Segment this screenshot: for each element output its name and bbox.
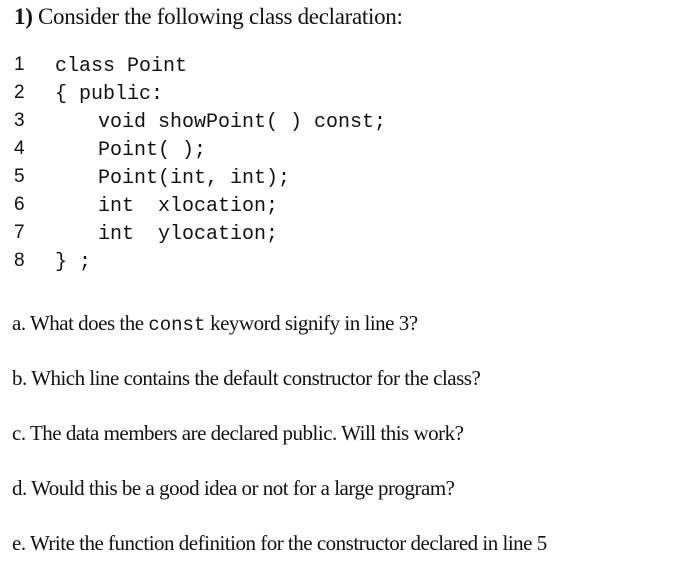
code-line: 2 { public: [14, 82, 163, 110]
code-line: 8 } ; [14, 250, 91, 278]
line-number: 5 [14, 166, 25, 187]
code-text: } ; [55, 251, 92, 274]
line-number: 8 [14, 250, 25, 271]
question-a: a. What does the const keyword signify i… [12, 311, 418, 336]
question-b: b. Which line contains the default const… [12, 366, 481, 390]
code-line: 6 int xlocation; [14, 194, 278, 222]
line-number: 3 [14, 110, 25, 131]
question-heading: 1) Consider the following class declarat… [14, 4, 403, 30]
question-d: d. Would this be a good idea or not for … [12, 476, 455, 500]
line-number: 2 [14, 82, 25, 103]
code-text: int xlocation; [98, 195, 279, 218]
code-line: 4 Point( ); [14, 138, 206, 166]
code-line: 5 Point(int, int); [14, 166, 290, 194]
question-e: e. Write the function definition for the… [12, 531, 547, 555]
code-line: 7 int ylocation; [14, 222, 278, 250]
question-number: 1) [14, 4, 33, 29]
code-text: void showPoint( ) const; [98, 111, 387, 134]
code-line: 1 class Point [14, 54, 187, 82]
line-number: 6 [14, 194, 25, 215]
code-text: int ylocation; [98, 223, 279, 246]
code-text: { public: [55, 83, 164, 106]
question-text: Consider the following class declaration… [32, 4, 403, 29]
const-keyword: const [148, 314, 206, 336]
line-number: 4 [14, 138, 25, 159]
question-c: c. The data members are declared public.… [12, 421, 464, 445]
code-text: Point(int, int); [98, 167, 291, 190]
code-text: class Point [55, 55, 188, 78]
code-text: Point( ); [98, 139, 207, 162]
line-number: 1 [14, 54, 25, 75]
line-number: 7 [14, 222, 25, 243]
code-line: 3 void showPoint( ) const; [14, 110, 386, 138]
question-a-text: a. What does the [12, 311, 149, 335]
question-a-text-end: keyword signify in line 3? [205, 311, 418, 335]
